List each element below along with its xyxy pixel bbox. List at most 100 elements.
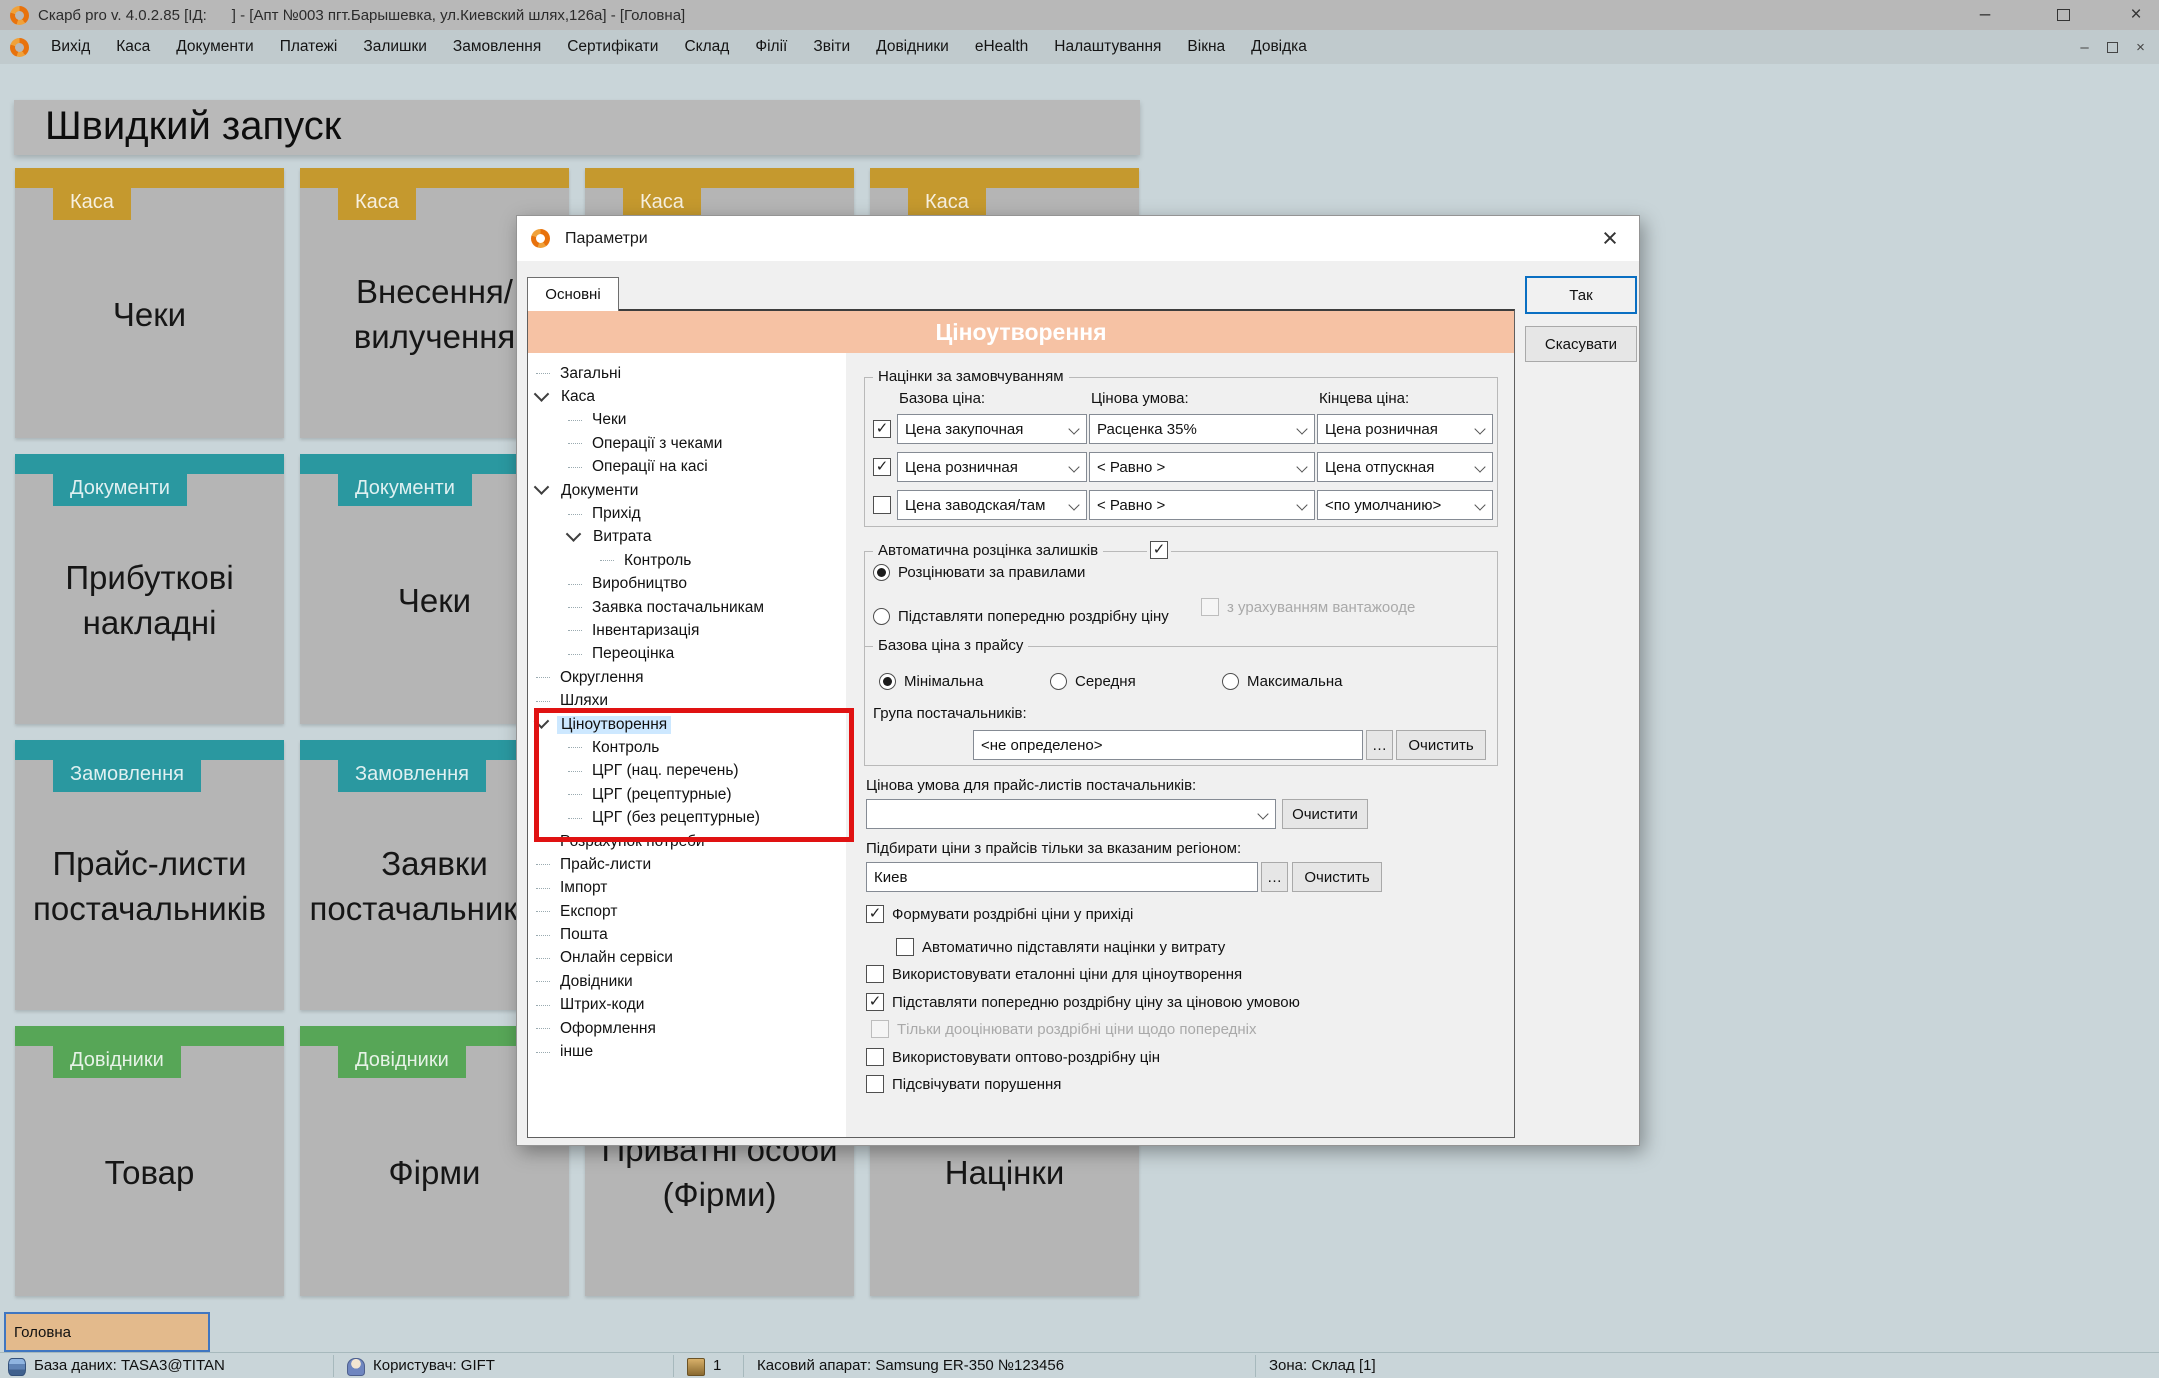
radio-option[interactable]: Середня [1050, 673, 1136, 690]
option-checkbox-row[interactable]: Використовувати оптово-роздрібну цін [866, 1048, 1160, 1066]
tab-home[interactable]: Головна [4, 1312, 210, 1352]
tree-item[interactable]: Розрахунок потреби [528, 830, 846, 853]
quick-launch-tile[interactable]: ЗамовленняПрайс-листи постачальників [15, 740, 284, 1010]
tree-item[interactable]: Інвентаризація [528, 619, 846, 642]
supplier-clear-button[interactable]: Очистить [1396, 730, 1486, 760]
tree-item[interactable]: ЦРГ (рецептурные) [528, 783, 846, 806]
menu-item[interactable]: Каса [103, 30, 163, 64]
menu-item[interactable]: Довідка [1238, 30, 1320, 64]
menu-item[interactable]: Замовлення [440, 30, 554, 64]
tree-item[interactable]: Документи [528, 479, 846, 502]
tree-item[interactable]: Переоцінка [528, 643, 846, 666]
tree-item[interactable]: Контроль [528, 549, 846, 572]
tree-item[interactable]: Контроль [528, 736, 846, 759]
tree-item[interactable]: Каса [528, 385, 846, 408]
checkbox-icon[interactable] [866, 1048, 884, 1066]
tree-item[interactable]: Довідники [528, 970, 846, 993]
price-condition-clear-button[interactable]: Очистити [1282, 799, 1368, 829]
menu-item[interactable]: Платежі [267, 30, 351, 64]
markup-combo-condition[interactable]: < Равно > [1089, 490, 1315, 520]
ok-button[interactable]: Так [1525, 276, 1637, 314]
menu-item[interactable]: Склад [671, 30, 742, 64]
option-checkbox-row[interactable]: Підставляти попередню роздрібну ціну за … [866, 993, 1300, 1011]
menu-item[interactable]: Філії [742, 30, 800, 64]
radio-option[interactable]: Максимальна [1222, 673, 1342, 690]
markup-combo-condition[interactable]: < Равно > [1089, 452, 1315, 482]
tree-item[interactable]: Онлайн сервіси [528, 947, 846, 970]
checkbox-icon[interactable] [866, 965, 884, 983]
radio-option[interactable]: Мінімальна [879, 673, 983, 690]
mdi-minimize-button[interactable]: – [2072, 36, 2097, 58]
tree-item[interactable]: Загальні [528, 362, 846, 385]
option-checkbox-row[interactable]: Формувати роздрібні ціни у прихіді [866, 905, 1133, 923]
option-checkbox-row[interactable]: Автоматично підставляти націнки у витрат… [896, 938, 1225, 956]
tree-item[interactable]: Оформлення [528, 1017, 846, 1040]
price-condition-combo[interactable] [866, 799, 1276, 829]
auto-pricing-checkbox[interactable] [1150, 541, 1168, 559]
tree-item[interactable]: Операції з чеками [528, 432, 846, 455]
tree-item[interactable]: Пошта [528, 923, 846, 946]
tree-item[interactable]: Витрата [528, 526, 846, 549]
option-checkbox-row[interactable]: Підсвічувати порушення [866, 1075, 1061, 1093]
menu-item[interactable]: eHealth [962, 30, 1041, 64]
markup-combo-condition[interactable]: Расценка 35% [1089, 414, 1315, 444]
tree-item[interactable]: Шляхи [528, 689, 846, 712]
tree-item[interactable]: Прайс-листи [528, 853, 846, 876]
tree-item[interactable]: Експорт [528, 900, 846, 923]
markup-combo-final[interactable]: <по умолчанию> [1317, 490, 1493, 520]
tree-item[interactable]: Прихід [528, 502, 846, 525]
menu-item[interactable]: Документи [163, 30, 266, 64]
tree-item[interactable]: інше [528, 1040, 846, 1063]
markup-combo-base[interactable]: Цена розничная [897, 452, 1087, 482]
region-browse-button[interactable]: … [1261, 862, 1288, 892]
menu-item[interactable]: Звіти [800, 30, 863, 64]
minimize-button[interactable]: – [1962, 0, 2008, 30]
maximize-button[interactable] [2040, 0, 2086, 30]
tree-item[interactable]: Імпорт [528, 877, 846, 900]
checkbox-icon[interactable] [866, 993, 884, 1011]
quick-launch-tile[interactable]: ДовідникиТовар [15, 1026, 284, 1296]
quick-launch-tile[interactable]: КасаЧеки [15, 168, 284, 438]
dialog-close-button[interactable]: × [1593, 221, 1627, 255]
tree-item[interactable]: Ціноутворення [528, 713, 846, 736]
checkbox-icon[interactable] [866, 905, 884, 923]
tree-item[interactable]: ЦРГ (без рецептурные) [528, 806, 846, 829]
mdi-restore-button[interactable] [2100, 36, 2125, 58]
tree-item[interactable]: Операції на касі [528, 456, 846, 479]
markup-combo-final[interactable]: Цена розничная [1317, 414, 1493, 444]
cargo-checkbox[interactable] [1201, 598, 1219, 616]
menu-item[interactable]: Залишки [350, 30, 440, 64]
tree-item[interactable]: Чеки [528, 409, 846, 432]
markup-combo-final[interactable]: Цена отпускная [1317, 452, 1493, 482]
supplier-group-field[interactable]: <не определено> [973, 730, 1363, 760]
region-clear-button[interactable]: Очистить [1292, 862, 1382, 892]
tree-item[interactable]: ЦРГ (нац. перечень) [528, 760, 846, 783]
radio-option[interactable]: Розцінювати за правилами [873, 564, 1085, 581]
mdi-close-button[interactable]: × [2128, 36, 2153, 58]
tab-main[interactable]: Основні [527, 277, 619, 311]
markup-combo-base[interactable]: Цена закупочная [897, 414, 1087, 444]
region-field[interactable]: Киев [866, 862, 1258, 892]
menu-item[interactable]: Довідники [863, 30, 962, 64]
menu-item[interactable]: Налаштування [1041, 30, 1174, 64]
menu-item[interactable]: Вікна [1174, 30, 1238, 64]
cancel-button[interactable]: Скасувати [1525, 326, 1637, 362]
option-checkbox-row[interactable]: Використовувати еталонні ціни для ціноут… [866, 965, 1242, 983]
quick-launch-tile[interactable]: ДокументиПрибуткові накладні [15, 454, 284, 724]
markup-combo-base[interactable]: Цена заводская/там [897, 490, 1087, 520]
checkbox-icon[interactable] [866, 1075, 884, 1093]
dialog-title-bar[interactable]: Параметри × [517, 216, 1639, 261]
tree-item[interactable]: Виробництво [528, 573, 846, 596]
tree-item[interactable]: Штрих-коди [528, 994, 846, 1017]
tree-item[interactable]: Заявка постачальникам [528, 596, 846, 619]
menu-item[interactable]: Сертифікати [554, 30, 671, 64]
radio-option[interactable]: Підставляти попередню роздрібну ціну [873, 608, 1169, 625]
markup-row-checkbox[interactable] [873, 496, 891, 514]
menu-item[interactable]: Вихід [38, 30, 103, 64]
tree-item[interactable]: Округлення [528, 666, 846, 689]
close-button[interactable]: × [2113, 0, 2159, 30]
checkbox-icon[interactable] [871, 1020, 889, 1038]
markup-row-checkbox[interactable] [873, 420, 891, 438]
markup-row-checkbox[interactable] [873, 458, 891, 476]
option-checkbox-row[interactable]: Тільки дооцінювати роздрібні ціни щодо п… [871, 1020, 1257, 1038]
